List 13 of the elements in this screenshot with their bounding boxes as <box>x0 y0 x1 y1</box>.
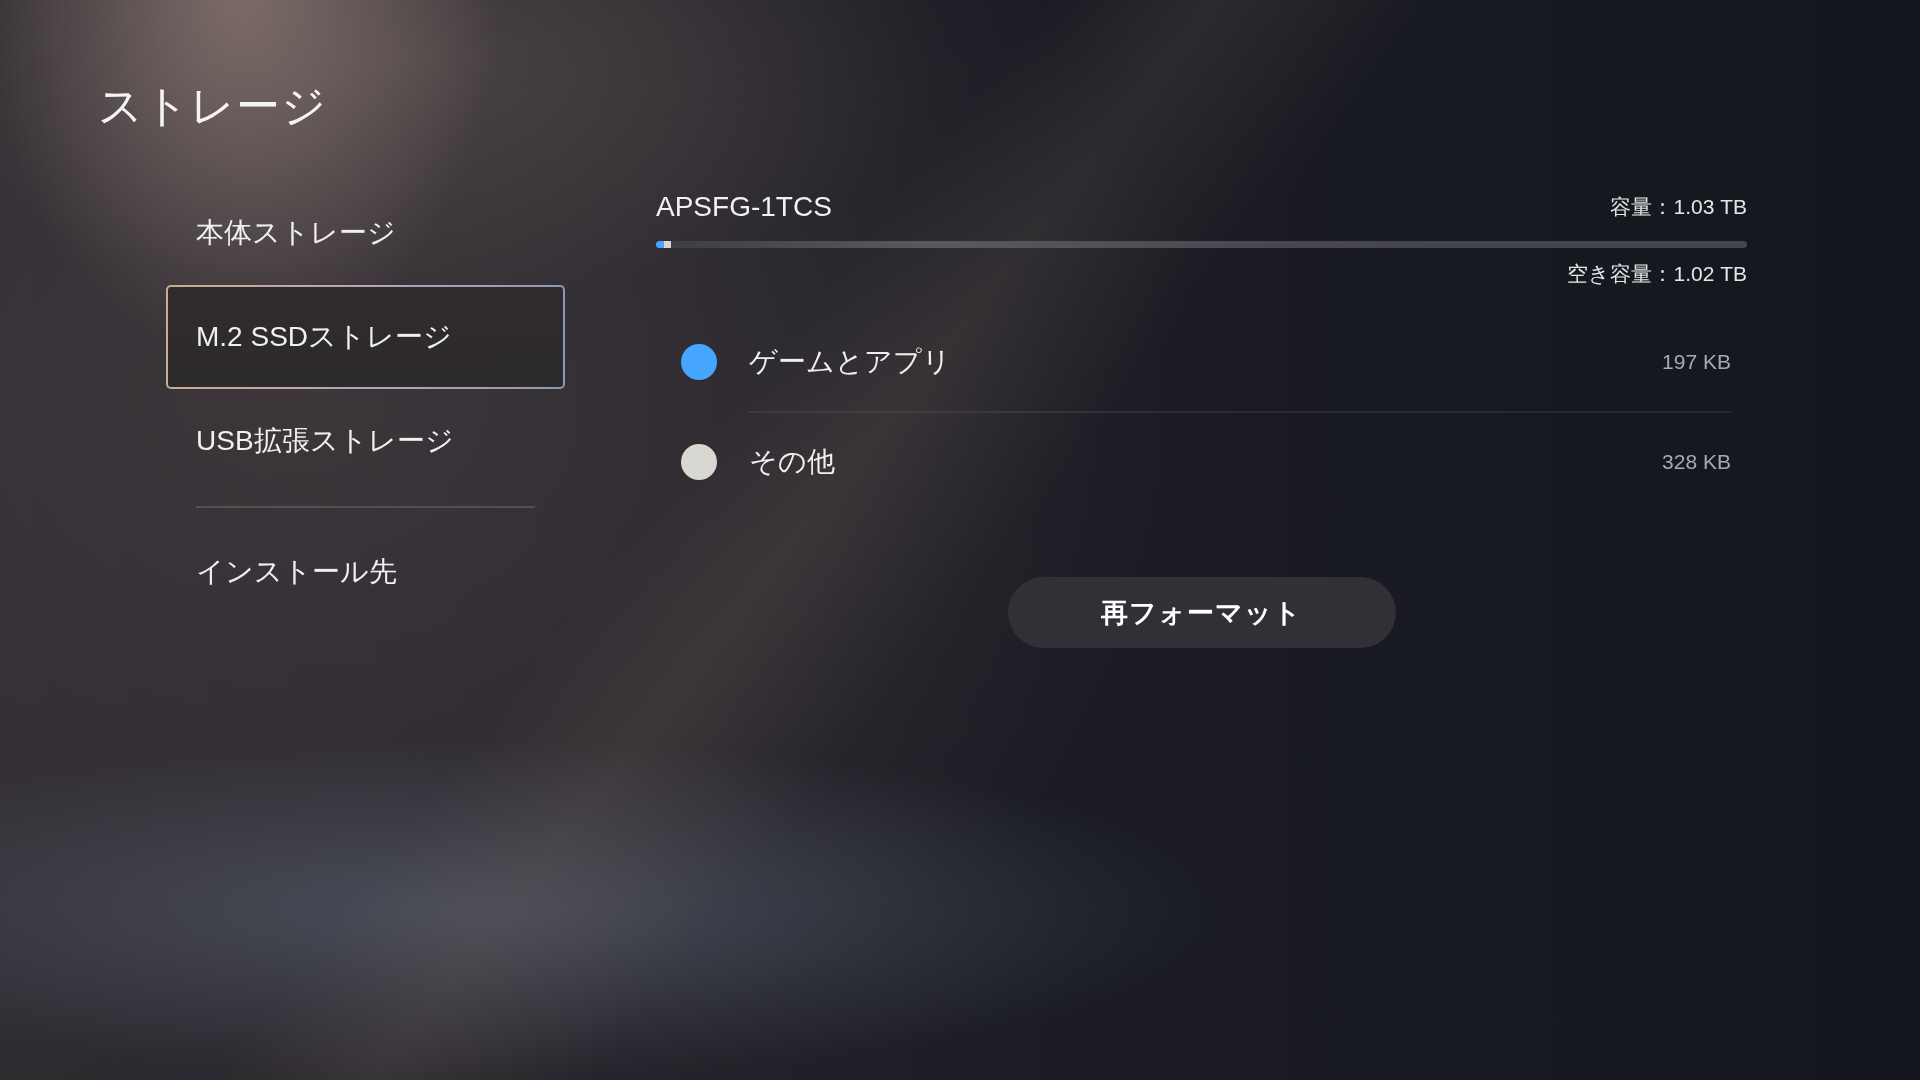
page-title: ストレージ <box>98 80 327 132</box>
free-space-text: 空き容量：1.02 TB <box>1567 261 1747 287</box>
sidebar-item[interactable]: 本体ストレージ <box>166 181 565 285</box>
category-label: その他 <box>749 445 835 479</box>
capacity-text: 容量：1.03 TB <box>1610 194 1747 220</box>
sidebar-item[interactable]: USB拡張ストレージ <box>166 389 565 493</box>
category-size: 328 KB <box>1662 450 1731 474</box>
sidebar-item[interactable]: M.2 SSDストレージ <box>166 285 565 389</box>
category-label: ゲームとアプリ <box>749 345 951 379</box>
sidebar-item[interactable]: インストール先 <box>166 520 565 624</box>
category-size: 197 KB <box>1662 350 1731 374</box>
device-name: APSFG-1TCS <box>656 191 832 223</box>
reformat-button[interactable]: 再フォーマット <box>1007 577 1396 648</box>
